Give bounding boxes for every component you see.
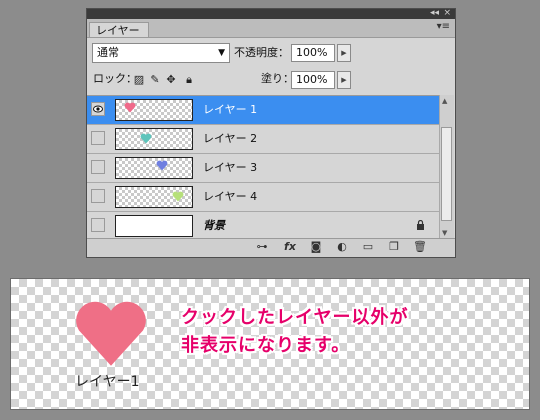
close-icon[interactable]: ×	[443, 7, 451, 19]
layer-row-background[interactable]: 背景	[87, 212, 439, 241]
layer-name: 背景	[203, 219, 225, 232]
opacity-input[interactable]: 100%	[291, 44, 335, 62]
layer-thumbnail	[115, 128, 193, 150]
lock-position-move-icon[interactable]: ✥	[165, 74, 177, 86]
collapse-icon[interactable]: ◂◂	[430, 7, 439, 19]
visibility-toggle-empty[interactable]	[91, 218, 105, 232]
scrollbar-thumb[interactable]	[441, 127, 452, 221]
fx-icon[interactable]: fx	[283, 241, 297, 253]
panel-menu-icon[interactable]: ▾≡	[437, 21, 450, 32]
blend-mode-value: 通常	[97, 46, 119, 59]
callout-line-2: 非表示になります。	[181, 335, 351, 356]
layer-list-scrollbar[interactable]: ▲ ▼	[439, 95, 454, 239]
new-group-folder-icon[interactable]: ▭	[361, 241, 375, 253]
layer-row-4[interactable]: レイヤー 4	[87, 183, 439, 212]
lock-fill-row: ロック： ▨ ✎ ✥ 🔒︎ 塗り： 100% ▶	[87, 71, 455, 93]
opacity-slider-button[interactable]: ▶	[337, 44, 351, 62]
lock-image-brush-icon[interactable]: ✎	[149, 74, 161, 86]
panel-titlebar: ◂◂ ×	[87, 7, 455, 19]
heart-icon	[172, 191, 184, 202]
blend-mode-select[interactable]: 通常 ▼	[92, 43, 230, 63]
scroll-down-icon[interactable]: ▼	[442, 229, 447, 237]
layer-name: レイヤー 2	[203, 132, 258, 145]
callout-line-1: クックしたレイヤー以外が	[181, 307, 409, 328]
layer-row-2[interactable]: レイヤー 2	[87, 125, 439, 154]
layers-panel: ◂◂ × レイヤー ▾≡ 通常 ▼ 不透明度： 100% ▶ ロック： ▨ ✎ …	[86, 8, 456, 258]
visibility-toggle-empty[interactable]	[91, 189, 105, 203]
panel-tab-row: レイヤー ▾≡	[87, 19, 455, 38]
layer-row-3[interactable]: レイヤー 3	[87, 154, 439, 183]
chevron-down-icon: ▼	[218, 48, 225, 58]
layer-thumbnail	[115, 215, 193, 237]
layer-thumbnail	[115, 157, 193, 179]
lock-label: ロック：	[93, 72, 137, 85]
layer-list: レイヤー 1 レイヤー 2 レイヤー 3 レイヤー 4 背景	[87, 95, 439, 241]
layer-thumbnail	[115, 99, 193, 121]
canvas-layer-label: レイヤー1	[75, 374, 140, 390]
new-layer-icon[interactable]: ❐	[387, 241, 401, 253]
layer-name: レイヤー 1	[203, 103, 258, 116]
canvas-preview: レイヤー1 クックしたレイヤー以外が 非表示になります。	[10, 278, 530, 410]
link-layers-icon[interactable]: ⊶	[255, 241, 269, 253]
adjustment-layer-icon[interactable]: ◐	[335, 241, 349, 253]
lock-transparent-icon[interactable]: ▨	[133, 74, 145, 86]
tab-layers[interactable]: レイヤー	[89, 22, 149, 37]
layer-name: レイヤー 4	[203, 190, 258, 203]
visibility-eye-icon[interactable]	[91, 102, 105, 116]
layer-thumbnail	[115, 186, 193, 208]
trash-icon[interactable]: 🗑︎	[413, 241, 427, 253]
heart-icon	[124, 102, 136, 113]
fill-slider-button[interactable]: ▶	[337, 71, 351, 89]
visibility-toggle-empty[interactable]	[91, 160, 105, 174]
panel-footer: ⊶ fx ◙ ◐ ▭ ❐ 🗑︎	[87, 238, 455, 257]
opacity-label: 不透明度：	[234, 46, 289, 59]
layer-name: レイヤー 3	[203, 161, 258, 174]
lock-all-icon[interactable]: 🔒︎	[183, 74, 195, 86]
scroll-up-icon[interactable]: ▲	[442, 97, 447, 105]
blend-opacity-row: 通常 ▼ 不透明度： 100% ▶	[87, 43, 455, 65]
lock-icon	[417, 220, 424, 230]
heart-icon	[156, 160, 168, 171]
fill-label: 塗り：	[261, 72, 294, 85]
layer-row-1[interactable]: レイヤー 1	[87, 96, 439, 125]
add-mask-icon[interactable]: ◙	[309, 241, 323, 253]
heart-icon	[140, 133, 152, 144]
fill-input[interactable]: 100%	[291, 71, 335, 89]
visibility-toggle-empty[interactable]	[91, 131, 105, 145]
heart-icon	[76, 301, 146, 366]
